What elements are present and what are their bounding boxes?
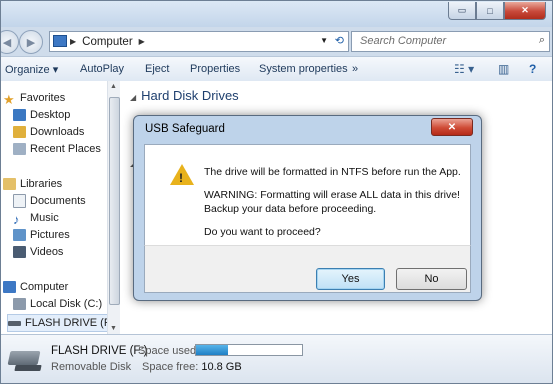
details-drive-type: Removable Disk — [51, 361, 132, 373]
nav-flash-drive-label: FLASH DRIVE (F:) — [25, 317, 118, 329]
dialog-message-backup: Backup your data before proceeding. — [204, 203, 377, 215]
no-button[interactable]: No — [396, 268, 467, 290]
details-space-used-label: Space used: — [138, 345, 200, 357]
recent-places-icon — [13, 143, 26, 155]
nav-recent-places-label: Recent Places — [30, 143, 101, 155]
dialog-body: ! The drive will be formatted in NTFS be… — [144, 144, 471, 246]
collapse-icon[interactable]: ◢ — [130, 93, 136, 102]
nav-videos-label: Videos — [30, 246, 64, 258]
details-drive-name: FLASH DRIVE (F:) — [51, 345, 148, 357]
breadcrumb-computer[interactable]: Computer — [82, 36, 133, 48]
nav-favorites[interactable]: ★ Favorites — [3, 90, 66, 107]
yes-button[interactable]: Yes — [316, 268, 385, 290]
dialog-message-warning: WARNING: Formatting will erase ALL data … — [204, 189, 460, 201]
more-commands-button[interactable]: » — [352, 63, 358, 75]
nav-music-label: Music — [30, 212, 59, 224]
space-free-value: 10.8 GB — [201, 361, 242, 373]
address-bar[interactable]: ▶ Computer ▶ ▼ ⟲ — [49, 31, 349, 52]
navigation-pane: ★ Favorites Desktop Downloads Recent Pla… — [1, 81, 125, 334]
nav-favorites-label: Favorites — [20, 92, 66, 104]
search-input[interactable]: Search Computer — [360, 35, 446, 47]
local-disk-icon — [13, 298, 26, 310]
computer-icon — [3, 281, 16, 293]
downloads-icon — [13, 126, 26, 138]
dialog-title: USB Safeguard — [145, 123, 225, 135]
nav-computer[interactable]: Computer — [3, 279, 68, 295]
nav-downloads-label: Downloads — [30, 126, 85, 138]
breadcrumb-chevron-icon[interactable]: ▶ — [70, 37, 76, 46]
space-used-fill — [196, 345, 228, 355]
maximize-button[interactable]: □ — [476, 2, 504, 20]
close-window-button[interactable]: ✕ — [504, 2, 546, 20]
nav-scrollbar[interactable]: ▲ ▼ — [107, 81, 120, 334]
preview-pane-icon[interactable]: ▥ — [498, 62, 509, 76]
details-space-free: Space free: 10.8 GB — [142, 361, 242, 373]
nav-pictures[interactable]: Pictures — [13, 227, 70, 243]
help-icon[interactable]: ? — [529, 62, 536, 76]
nav-libraries[interactable]: Libraries — [3, 176, 62, 192]
eject-button[interactable]: Eject — [145, 63, 169, 75]
flash-drive-base-icon — [14, 365, 42, 371]
flash-drive-icon — [8, 320, 21, 326]
scrollbar-thumb[interactable] — [109, 97, 120, 305]
back-arrow-icon: ◀ — [2, 36, 12, 49]
group-header-hard-disk[interactable]: ◢ Hard Disk Drives — [130, 88, 239, 103]
dialog-message-question: Do you want to proceed? — [204, 226, 321, 238]
system-properties-button[interactable]: System properties — [259, 63, 348, 75]
minimize-button[interactable]: ▭ — [448, 2, 476, 20]
search-box[interactable]: Search Computer ⌕ — [351, 31, 550, 52]
dialog-close-button[interactable]: ✕ — [431, 118, 473, 136]
scroll-down-icon[interactable]: ▼ — [110, 325, 117, 332]
nav-pictures-label: Pictures — [30, 229, 70, 241]
usb-safeguard-dialog: USB Safeguard ✕ ! The drive will be form… — [133, 115, 482, 301]
address-dropdown-icon[interactable]: ▼ — [320, 36, 328, 45]
dialog-message-format: The drive will be formatted in NTFS befo… — [204, 166, 461, 178]
space-used-bar — [195, 344, 303, 356]
warning-exclamation-icon: ! — [179, 171, 183, 185]
nav-computer-label: Computer — [20, 281, 69, 293]
nav-recent-places[interactable]: Recent Places — [13, 141, 101, 157]
music-icon: ♪ — [13, 212, 20, 227]
space-free-label: Space free: — [142, 361, 199, 373]
view-options-icon[interactable]: ☷ ▾ — [454, 62, 474, 76]
nav-documents[interactable]: Documents — [13, 193, 86, 209]
nav-desktop[interactable]: Desktop — [13, 107, 70, 123]
pictures-icon — [13, 229, 26, 241]
dialog-button-bar: Yes No — [144, 245, 471, 293]
videos-icon — [13, 246, 26, 258]
nav-music[interactable]: ♪ Music — [13, 210, 59, 227]
star-icon: ★ — [3, 92, 15, 107]
refresh-icon[interactable]: ⟲ — [335, 34, 344, 47]
caption-buttons: ▭ □ ✕ — [448, 2, 546, 20]
nav-desktop-label: Desktop — [30, 109, 71, 121]
nav-documents-label: Documents — [30, 195, 86, 207]
back-button[interactable]: ◀ — [1, 30, 19, 54]
details-pane: FLASH DRIVE (F:) Removable Disk Space us… — [1, 334, 552, 383]
autoplay-button[interactable]: AutoPlay — [80, 63, 124, 75]
flash-drive-icon — [7, 351, 41, 365]
computer-icon — [53, 35, 67, 47]
nav-local-disk-label: Local Disk (C:) — [30, 298, 103, 310]
forward-arrow-icon: ▶ — [26, 36, 36, 49]
nav-videos[interactable]: Videos — [13, 244, 63, 260]
forward-button[interactable]: ▶ — [19, 30, 43, 54]
scroll-up-icon[interactable]: ▲ — [110, 83, 117, 90]
breadcrumb-chevron-icon[interactable]: ▶ — [139, 37, 145, 46]
nav-local-disk[interactable]: Local Disk (C:) — [13, 296, 102, 312]
documents-icon — [13, 194, 26, 208]
properties-button[interactable]: Properties — [190, 63, 240, 75]
title-bar: ▭ □ ✕ — [1, 1, 552, 27]
desktop-icon — [13, 109, 26, 121]
search-icon[interactable]: ⌕ — [539, 34, 545, 47]
libraries-icon — [3, 178, 16, 190]
nav-downloads[interactable]: Downloads — [13, 124, 84, 140]
address-row: ◀ ▶ ▶ Computer ▶ ▼ ⟲ Search Computer ⌕ — [1, 28, 552, 54]
group-header-label: Hard Disk Drives — [141, 88, 239, 103]
command-bar: Organize ▾ AutoPlay Eject Properties Sys… — [1, 56, 552, 82]
organize-button[interactable]: Organize ▾ — [5, 63, 58, 76]
nav-libraries-label: Libraries — [20, 178, 63, 190]
